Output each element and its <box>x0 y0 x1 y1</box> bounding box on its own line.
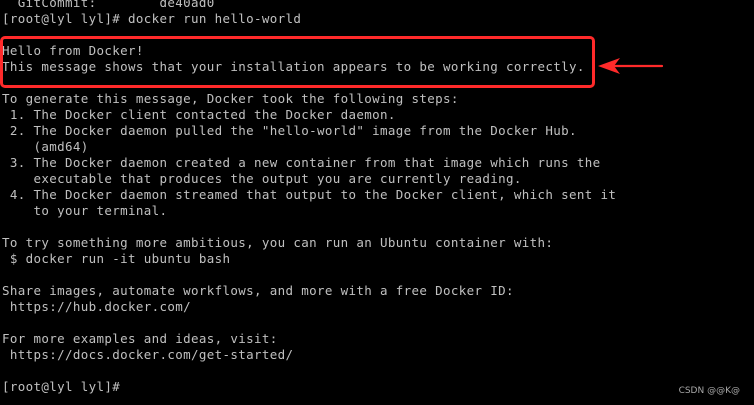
terminal-prompt-line: [root@lyl lyl]# docker run hello-world <box>2 11 302 26</box>
terminal-line: 3. The Docker daemon created a new conta… <box>2 155 601 170</box>
terminal-line: 1. The Docker client contacted the Docke… <box>2 107 396 122</box>
terminal-line: https://docs.docker.com/get-started/ <box>2 347 294 362</box>
terminal-line: executable that produces the output you … <box>2 171 522 186</box>
terminal-line: 2. The Docker daemon pulled the "hello-w… <box>2 123 577 138</box>
watermark: CSDN @@K@ <box>678 386 740 396</box>
terminal-line: https://hub.docker.com/ <box>2 299 192 314</box>
terminal-line: 4. The Docker daemon streamed that outpu… <box>2 187 617 202</box>
terminal-line: $ docker run -it ubuntu bash <box>2 251 231 266</box>
terminal-line: To try something more ambitious, you can… <box>2 235 554 250</box>
highlight-box <box>0 36 595 88</box>
terminal-prompt-line: [root@lyl lyl]# <box>2 379 121 394</box>
terminal-line: For more examples and ideas, visit: <box>2 331 278 346</box>
terminal-line: Share images, automate workflows, and mo… <box>2 283 514 298</box>
terminal-line: GitCommit: de40ad0 <box>2 0 215 10</box>
terminal-line: To generate this message, Docker took th… <box>2 91 459 106</box>
terminal-line: to your terminal. <box>2 203 168 218</box>
left-arrow-icon <box>598 58 664 74</box>
terminal-line: (amd64) <box>2 139 89 154</box>
